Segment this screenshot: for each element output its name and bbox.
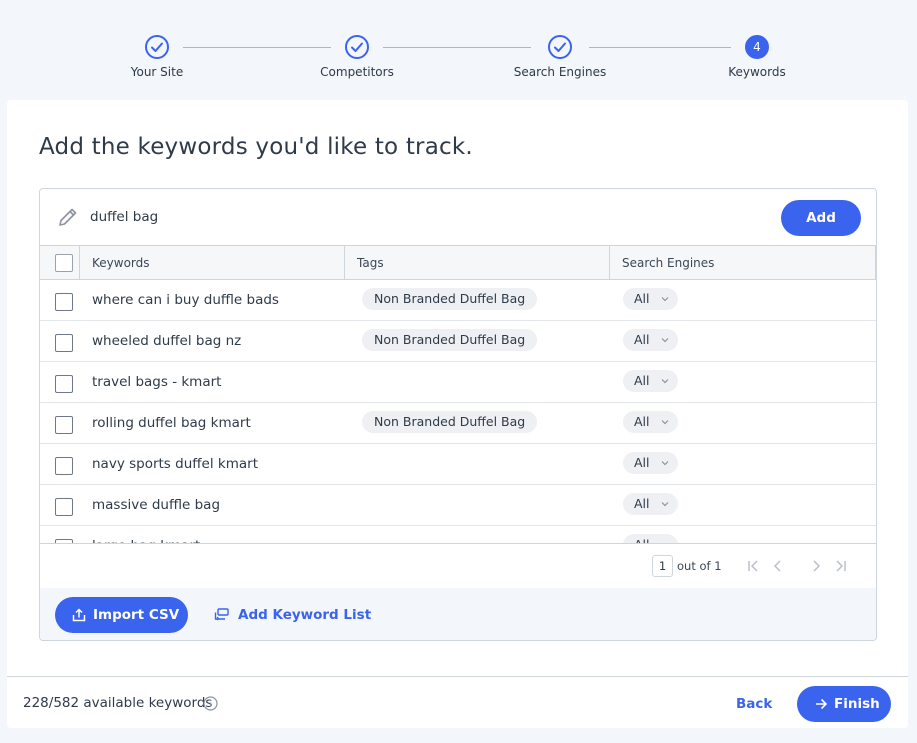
- back-button[interactable]: Back: [724, 686, 784, 722]
- search-engine-select[interactable]: All: [623, 534, 678, 543]
- add-button[interactable]: Add: [781, 200, 861, 236]
- row-checkbox[interactable]: [55, 416, 73, 434]
- last-page-icon[interactable]: [833, 558, 849, 574]
- finish-button[interactable]: Finish: [797, 686, 891, 722]
- keyword-input-row: Add: [40, 189, 876, 246]
- table-row: large bag kmart All: [40, 526, 876, 543]
- table-row: travel bags - kmart All: [40, 362, 876, 403]
- keywords-panel: Add Keywords Tags Search Engines where c…: [39, 188, 877, 641]
- search-engine-value: All: [634, 534, 650, 543]
- table-row: massive duffle bag All: [40, 485, 876, 526]
- available-keywords-count: 228/582 available keywords: [23, 695, 213, 711]
- check-icon: [548, 35, 572, 59]
- search-engine-value: All: [634, 291, 650, 306]
- table-body[interactable]: where can i buy duffle bads Non Branded …: [40, 280, 876, 543]
- select-all-checkbox[interactable]: [55, 254, 73, 272]
- step-search-engines[interactable]: Search Engines: [490, 35, 630, 79]
- header-select-cell: [40, 246, 80, 280]
- progress-stepper: Your Site Competitors Search Engines 4 K…: [0, 0, 917, 100]
- step-label: Keywords: [728, 65, 786, 79]
- search-engine-select[interactable]: All: [623, 288, 678, 310]
- search-engine-select[interactable]: All: [623, 411, 678, 433]
- keyword-text: wheeled duffel bag nz: [92, 333, 242, 349]
- import-csv-button[interactable]: Import CSV: [55, 597, 188, 633]
- table-row: rolling duffel bag kmart Non Branded Duf…: [40, 403, 876, 444]
- keyword-input[interactable]: [90, 206, 690, 228]
- previous-page-icon[interactable]: [770, 558, 786, 574]
- table-row: wheeled duffel bag nz Non Branded Duffel…: [40, 321, 876, 362]
- chevron-down-icon: [661, 461, 669, 466]
- import-csv-label: Import CSV: [93, 607, 180, 623]
- header-search-engines[interactable]: Search Engines: [610, 246, 876, 280]
- search-engine-value: All: [634, 332, 650, 347]
- row-checkbox[interactable]: [55, 498, 73, 516]
- pagination: 1 out of 1: [40, 543, 876, 588]
- tag-chip: Non Branded Duffel Bag: [362, 288, 538, 310]
- keyword-text: navy sports duffel kmart: [92, 456, 258, 472]
- step-label: Competitors: [320, 65, 394, 79]
- panel-actions: Import CSV Add Keyword List: [40, 588, 876, 640]
- keyword-text: rolling duffel bag kmart: [92, 415, 251, 431]
- page-count: out of 1: [677, 559, 722, 573]
- search-engine-select[interactable]: All: [623, 329, 678, 351]
- add-keyword-list-link[interactable]: Add Keyword List: [214, 597, 371, 633]
- header-keywords[interactable]: Keywords: [80, 246, 345, 280]
- page-title: Add the keywords you'd like to track.: [39, 134, 473, 160]
- keyword-text: large bag kmart: [92, 526, 200, 543]
- tag-chip: Non Branded Duffel Bag: [362, 329, 538, 351]
- info-icon[interactable]: [203, 696, 218, 711]
- row-checkbox[interactable]: [55, 375, 73, 393]
- row-checkbox[interactable]: [55, 457, 73, 475]
- add-keyword-list-label: Add Keyword List: [238, 607, 372, 623]
- card-footer: 228/582 available keywords Back Finish: [7, 676, 908, 728]
- step-competitors[interactable]: Competitors: [287, 35, 427, 79]
- chevron-down-icon: [661, 338, 669, 343]
- check-icon: [145, 35, 169, 59]
- keywords-card: Add the keywords you'd like to track. Ad…: [7, 100, 908, 728]
- step-label: Search Engines: [513, 65, 607, 79]
- upload-icon: [72, 608, 86, 622]
- search-engine-select[interactable]: All: [623, 493, 678, 515]
- row-checkbox[interactable]: [55, 334, 73, 352]
- keyword-text: where can i buy duffle bads: [92, 292, 279, 308]
- row-checkbox[interactable]: [55, 293, 73, 311]
- arrow-right-icon: [816, 698, 827, 710]
- search-engine-value: All: [634, 373, 650, 388]
- chevron-down-icon: [661, 502, 669, 507]
- step-label: Your Site: [130, 65, 184, 79]
- table-row: navy sports duffel kmart All: [40, 444, 876, 485]
- step-your-site[interactable]: Your Site: [87, 35, 227, 79]
- search-engine-value: All: [634, 455, 650, 470]
- chevron-down-icon: [661, 420, 669, 425]
- finish-label: Finish: [834, 696, 880, 712]
- search-engine-select[interactable]: All: [623, 452, 678, 474]
- step-number: 4: [745, 35, 769, 59]
- pencil-icon: [59, 208, 77, 226]
- search-engine-value: All: [634, 496, 650, 511]
- search-engine-value: All: [634, 414, 650, 429]
- first-page-icon[interactable]: [745, 558, 761, 574]
- tag-chip: Non Branded Duffel Bag: [362, 411, 538, 433]
- check-icon: [345, 35, 369, 59]
- table-header: Keywords Tags Search Engines: [40, 246, 876, 280]
- step-keywords: 4 Keywords: [687, 35, 827, 79]
- header-tags[interactable]: Tags: [345, 246, 610, 280]
- chevron-down-icon: [661, 379, 669, 384]
- list-icon: [214, 608, 229, 621]
- next-page-icon[interactable]: [808, 558, 824, 574]
- chevron-down-icon: [661, 297, 669, 302]
- page-number-input[interactable]: 1: [652, 555, 673, 577]
- table-row: where can i buy duffle bads Non Branded …: [40, 280, 876, 321]
- search-engine-select[interactable]: All: [623, 370, 678, 392]
- keyword-text: massive duffle bag: [92, 497, 221, 513]
- keyword-text: travel bags - kmart: [92, 374, 222, 390]
